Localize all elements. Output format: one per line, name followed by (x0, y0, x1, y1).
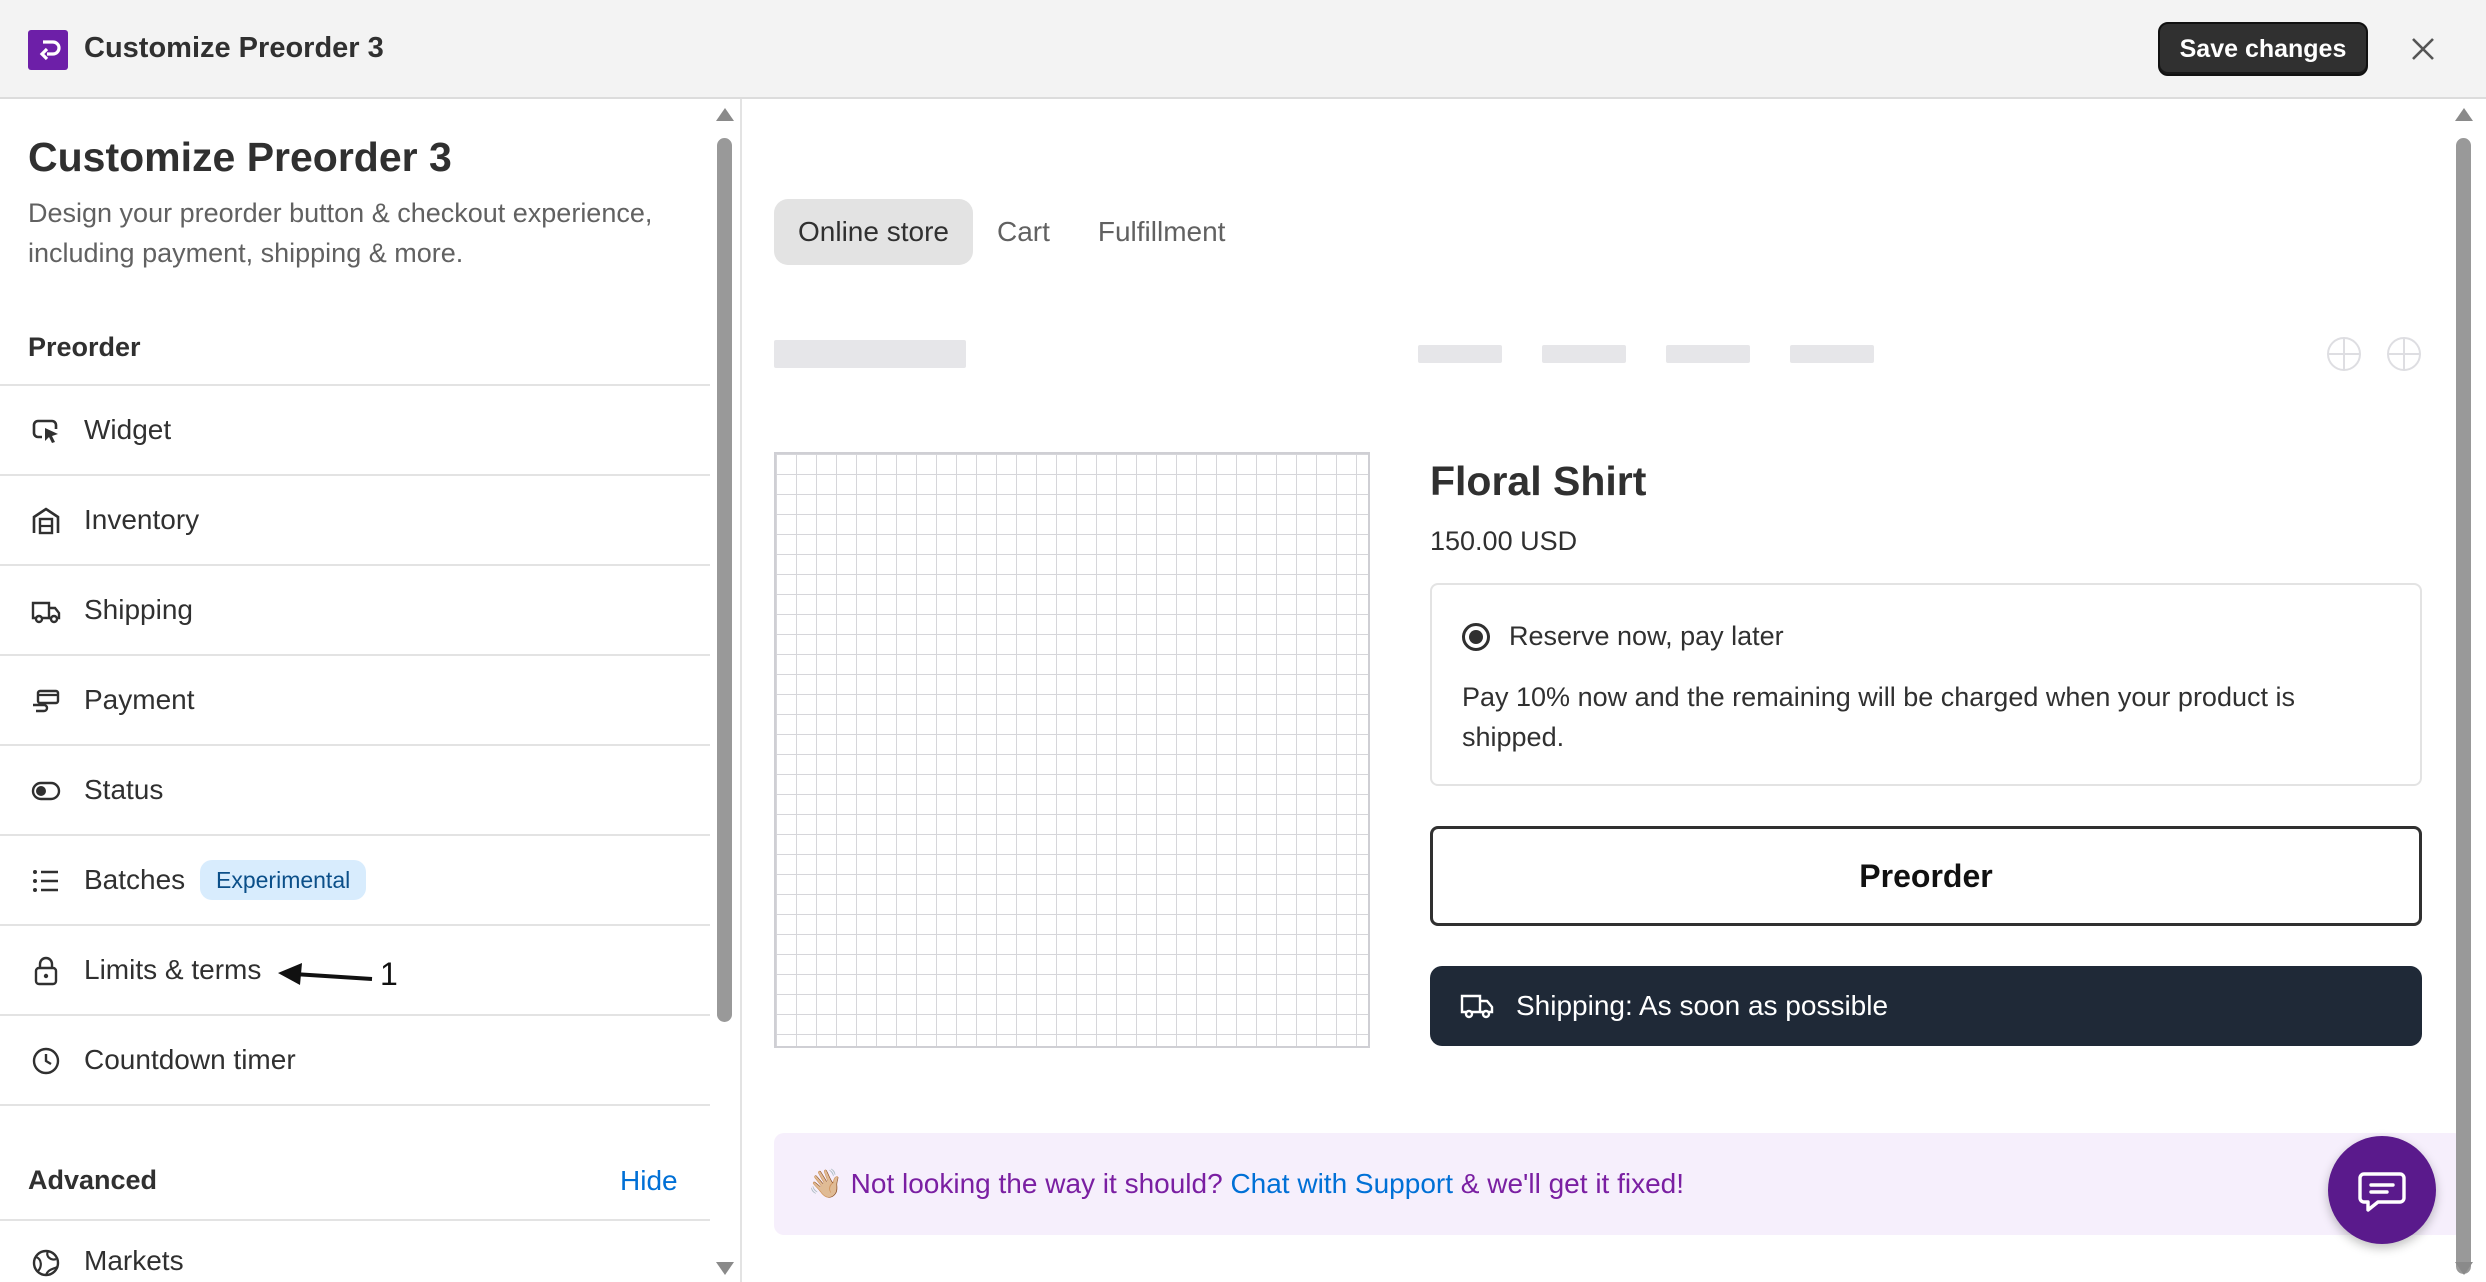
section-heading-preorder: Preorder (28, 332, 141, 362)
sidebar-item-status[interactable]: Status (0, 744, 710, 834)
sidebar-title: Customize Preorder 3 (28, 134, 452, 180)
cursor-icon (32, 419, 58, 443)
chat-bubble-icon (2358, 1172, 2406, 1212)
sidebar-item-label: Countdown timer (84, 1044, 296, 1075)
close-icon[interactable] (2408, 34, 2438, 64)
skeleton-store-logo (774, 340, 966, 368)
preview-tabs: Online store Cart Fulfillment (774, 199, 1249, 265)
sidebar-scroll-down-arrow[interactable] (716, 1262, 734, 1275)
sidebar-item-label: Limits & terms (84, 954, 262, 985)
skeleton-globe-icon (2387, 337, 2421, 371)
globe-icon (32, 1249, 60, 1277)
sidebar-scroll-up-arrow[interactable] (716, 108, 734, 121)
product-price: 150.00 USD (1430, 526, 1578, 556)
shipping-text: Shipping: As soon as possible (1516, 990, 1889, 1021)
sidebar-item-shipping[interactable]: Shipping (0, 564, 710, 654)
skeleton-nav-link (1542, 345, 1626, 363)
truck-icon (1460, 994, 1494, 1019)
sidebar-item-widget[interactable]: Widget (0, 384, 710, 474)
preview-scroll-up-arrow[interactable] (2455, 108, 2473, 121)
sidebar-item-markets[interactable]: Markets (84, 1245, 184, 1277)
settings-sidebar: Customize Preorder 3 Design your preorde… (0, 99, 742, 1282)
sidebar-item-payment[interactable]: Payment (0, 654, 710, 744)
warehouse-icon (32, 507, 60, 535)
reserve-radio-button[interactable] (1462, 623, 1490, 651)
chat-support-button[interactable] (2328, 1136, 2436, 1244)
sidebar-description: Design your preorder button & checkout e… (28, 198, 653, 268)
skeleton-nav-link (1418, 345, 1502, 363)
hide-advanced-link[interactable]: Hide (620, 1165, 678, 1197)
skeleton-nav-link (1790, 345, 1874, 363)
sidebar-item-label: Batches (84, 864, 186, 895)
toggle-icon (31, 781, 61, 801)
payment-option-description: Pay 10% now and the remaining will be ch… (1462, 682, 2295, 752)
truck-icon (31, 601, 61, 624)
clock-icon (32, 1047, 60, 1075)
payment-option-card[interactable]: Reserve now, pay later Pay 10% now and t… (1430, 583, 2422, 786)
divider (0, 1104, 710, 1106)
app-logo-icon (28, 30, 68, 70)
experimental-badge: Experimental (200, 860, 367, 900)
lock-icon (34, 956, 58, 986)
wave-emoji-icon: 👋🏼 (808, 1168, 843, 1199)
sidebar-item-label: Widget (84, 414, 172, 445)
list-icon (33, 870, 58, 892)
preorder-button[interactable]: Preorder (1430, 826, 2422, 926)
preview-scrollbar-thumb[interactable] (2456, 138, 2471, 1274)
support-banner: 👋🏼 Not looking the way it should? Chat w… (774, 1133, 2464, 1235)
window-title: Customize Preorder 3 (84, 32, 384, 64)
shipping-info-bar: Shipping: As soon as possible (1430, 966, 2422, 1046)
sidebar-item-label: Shipping (84, 594, 193, 625)
skeleton-nav-link (1666, 345, 1750, 363)
product-image-placeholder (774, 452, 1370, 1048)
support-suffix-text: & we'll get it fixed! (1460, 1168, 1685, 1199)
preorder-nav-list: Widget Inventory Shipping Payment Status… (0, 384, 710, 1104)
product-title: Floral Shirt (1430, 458, 1647, 504)
save-changes-button[interactable]: Save changes (2158, 22, 2368, 76)
support-prefix-text: Not looking the way it should? (850, 1168, 1223, 1199)
sidebar-item-countdown-timer[interactable]: Countdown timer (0, 1014, 710, 1104)
sidebar-scrollbar-thumb[interactable] (717, 138, 732, 1022)
tab-fulfillment[interactable]: Fulfillment (1074, 199, 1250, 265)
sidebar-item-label: Inventory (84, 504, 200, 535)
divider (0, 1219, 710, 1221)
payment-hand-icon (33, 689, 60, 713)
sidebar-item-label: Payment (84, 684, 195, 715)
support-message: 👋🏼 Not looking the way it should? Chat w… (808, 1167, 1684, 1200)
section-heading-advanced: Advanced (28, 1165, 158, 1195)
payment-option-title: Reserve now, pay later (1509, 621, 1784, 651)
annotation-label: 1 (380, 956, 398, 992)
title-bar: Customize Preorder 3 Save changes (0, 0, 2486, 99)
tab-online-store[interactable]: Online store (774, 199, 973, 265)
tab-cart[interactable]: Cart (973, 199, 1074, 265)
sidebar-item-label: Status (84, 774, 164, 805)
preview-scroll-down-arrow[interactable] (2455, 1262, 2473, 1275)
sidebar-item-batches[interactable]: Batches Experimental (0, 834, 710, 924)
chat-with-support-link[interactable]: Chat with Support (1230, 1168, 1453, 1199)
skeleton-globe-icon (2327, 337, 2361, 371)
sidebar-item-inventory[interactable]: Inventory (0, 474, 710, 564)
